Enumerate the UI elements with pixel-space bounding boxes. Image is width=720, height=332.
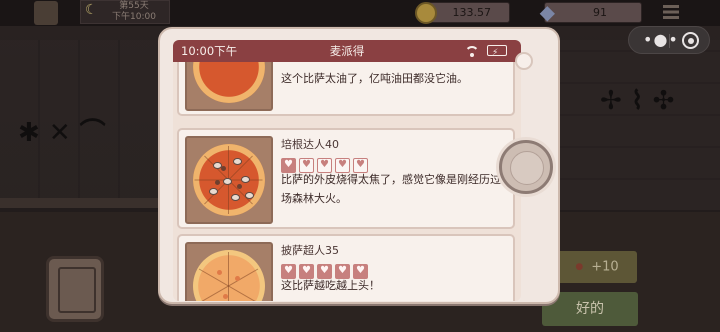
tablet-screen: 10:00下午 麦派得 这个比萨太油了，亿吨油田都没它油。 bbox=[173, 40, 521, 301]
day-label: 第55天 bbox=[119, 1, 149, 11]
menu-icon[interactable] bbox=[663, 5, 679, 19]
close-miniprogram-icon[interactable] bbox=[682, 32, 699, 49]
pizza-image bbox=[185, 242, 273, 301]
diamond-icon: ◆ bbox=[539, 0, 555, 24]
heart-rating: ♥ ♥ ♥ ♥ ♥ bbox=[281, 258, 371, 279]
review-comment: 这个比萨太油了，亿吨油田都没它油。 bbox=[281, 72, 468, 85]
phone-card-icon[interactable] bbox=[46, 256, 104, 322]
review-card: 这个比萨太油了，亿吨油田都没它油。 bbox=[177, 62, 515, 116]
time-label: 下午10:00 bbox=[112, 12, 156, 22]
reviewer-name: 披萨超人35 bbox=[281, 244, 339, 257]
review-card: 披萨超人35 ♥ ♥ ♥ ♥ ♥ 这比萨越吃越上头！ bbox=[177, 234, 515, 301]
coin-icon bbox=[415, 2, 437, 24]
moon-icon: ☾ bbox=[85, 2, 98, 18]
pizza-icon bbox=[193, 250, 265, 301]
reviewer-name: 培根达人40 bbox=[281, 138, 339, 151]
status-bar: 10:00下午 麦派得 bbox=[173, 40, 521, 64]
review-comment: 比萨的外皮烧得太焦了，感觉它像是刚经历过一场森林大火。 bbox=[281, 173, 512, 205]
pizza-icon bbox=[193, 62, 265, 103]
background-doodle: ✱ ✕ ⌒ bbox=[18, 118, 106, 148]
pizza-image bbox=[185, 62, 273, 111]
gem-value: 91 bbox=[593, 6, 607, 19]
capsule-divider bbox=[669, 34, 670, 48]
miniprogram-capsule: •●• bbox=[628, 26, 710, 54]
day-time-box: ☾ 第55天 下午10:00 bbox=[80, 0, 170, 24]
coin-value: 133.57 bbox=[452, 6, 492, 19]
review-comment: 这比萨越吃越上头！ bbox=[281, 279, 380, 292]
background-shelf bbox=[0, 198, 160, 208]
shop-tile-icon[interactable] bbox=[34, 1, 58, 25]
coin-counter: 133.57 bbox=[415, 2, 510, 24]
background-wall-right bbox=[560, 40, 720, 210]
heart-rating: ♥ ♥ ♥ ♥ ♥ bbox=[281, 152, 371, 173]
battery-charging-icon bbox=[487, 42, 507, 64]
background-doodle: ✢ ⌇ ✣ bbox=[600, 86, 675, 116]
pizza-icon bbox=[193, 144, 265, 216]
more-options-icon[interactable]: •●• bbox=[643, 32, 679, 48]
wifi-icon bbox=[465, 44, 479, 58]
review-card: 培根达人40 ♥ ♥ ♥ ♥ ♥ 比萨的外皮烧得太焦了，感觉它像是刚经历过一场森林大火。 bbox=[177, 128, 515, 229]
pizza-image bbox=[185, 136, 273, 224]
gem-counter: ◆ 91 bbox=[540, 1, 642, 23]
reward-button[interactable]: +10 bbox=[557, 251, 637, 283]
tablet-home-button[interactable] bbox=[499, 140, 553, 194]
top-bar: ☾ 第55天 下午10:00 133.57 ◆ 91 bbox=[0, 0, 720, 26]
tablet-camera bbox=[515, 52, 533, 70]
review-feed[interactable]: 这个比萨太油了，亿吨油田都没它油。 培根达人40 ♥ ♥ ♥ ♥ ♥ 比萨的外皮… bbox=[173, 62, 521, 301]
